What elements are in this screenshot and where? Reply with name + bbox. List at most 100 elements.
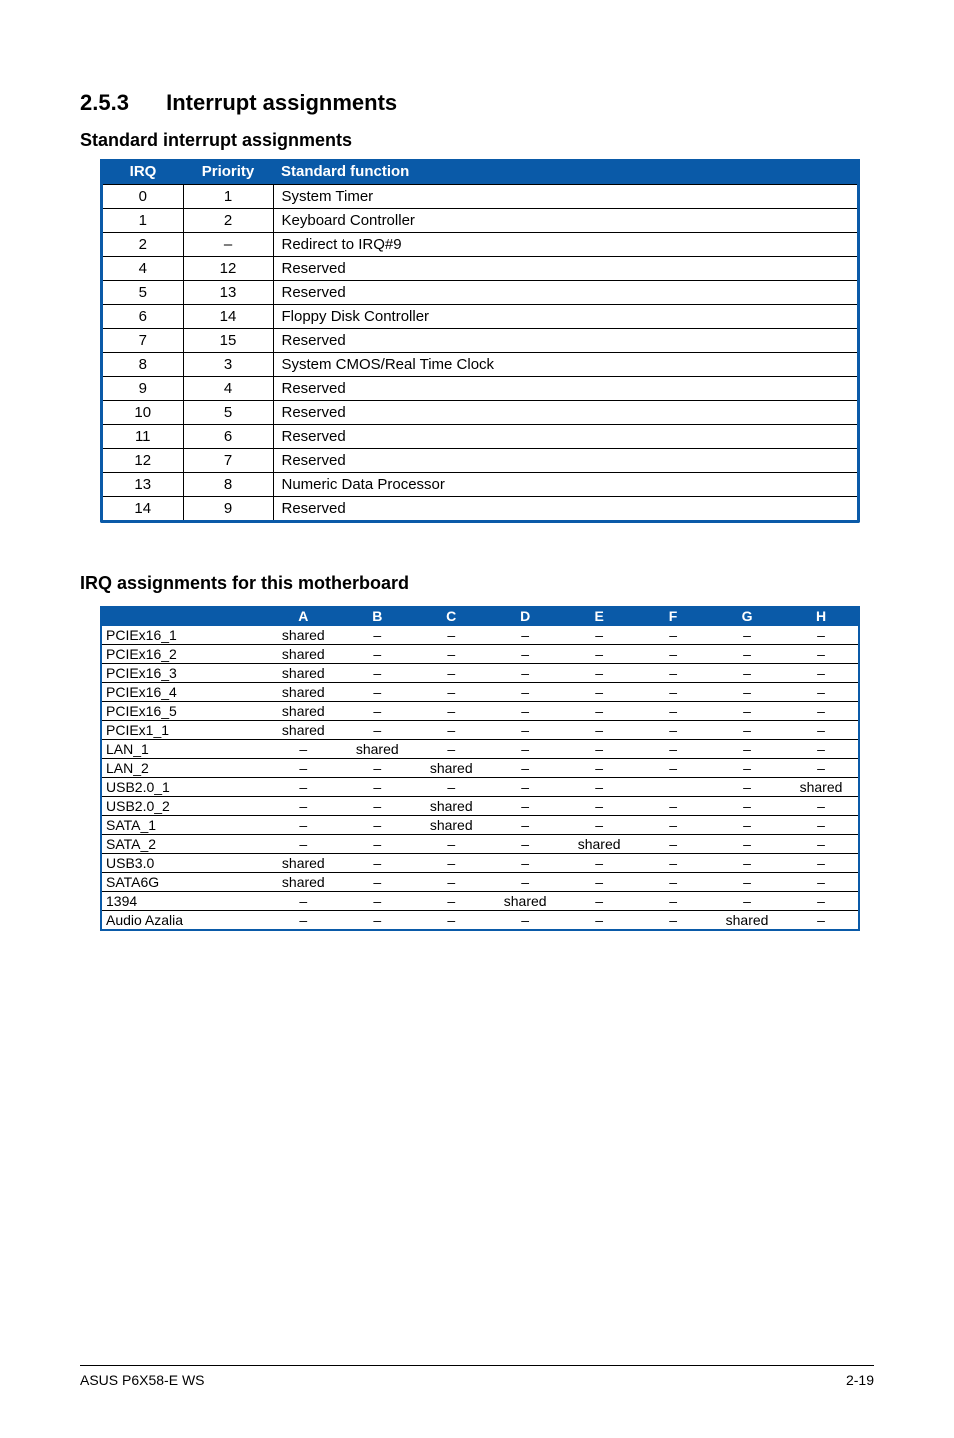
cell-value: –: [710, 721, 784, 740]
cell-value: –: [266, 816, 340, 835]
cell-priority: 6: [183, 425, 273, 449]
cell-value: –: [784, 721, 858, 740]
section-number: 2.5.3: [80, 90, 160, 116]
cell-irq: 5: [103, 281, 183, 305]
standard-irq-table: IRQ Priority Standard function 01System …: [103, 159, 857, 520]
cell-value: –: [414, 892, 488, 911]
cell-value: –: [340, 626, 414, 645]
cell-value: shared: [266, 702, 340, 721]
cell-function: Numeric Data Processor: [273, 473, 857, 497]
th-col: D: [488, 606, 562, 626]
cell-label: SATA_1: [102, 816, 266, 835]
section-title: Interrupt assignments: [166, 90, 397, 115]
cell-value: –: [266, 835, 340, 854]
cell-value: –: [710, 664, 784, 683]
cell-function: Reserved: [273, 497, 857, 521]
cell-irq: 2: [103, 233, 183, 257]
cell-function: Reserved: [273, 449, 857, 473]
cell-value: –: [562, 721, 636, 740]
cell-label: SATA6G: [102, 873, 266, 892]
cell-label: LAN_1: [102, 740, 266, 759]
cell-value: –: [562, 759, 636, 778]
motherboard-irq-table-wrap: ABCDEFGH PCIEx16_1shared–––––––PCIEx16_2…: [100, 606, 860, 931]
cell-label: PCIEx16_3: [102, 664, 266, 683]
cell-irq: 13: [103, 473, 183, 497]
cell-priority: 4: [183, 377, 273, 401]
cell-value: –: [414, 873, 488, 892]
cell-value: –: [784, 759, 858, 778]
cell-value: –: [784, 892, 858, 911]
cell-value: –: [488, 683, 562, 702]
cell-irq: 14: [103, 497, 183, 521]
cell-value: shared: [562, 835, 636, 854]
cell-value: –: [636, 911, 710, 930]
cell-value: –: [710, 892, 784, 911]
th-col: G: [710, 606, 784, 626]
cell-value: –: [488, 778, 562, 797]
table-row: PCIEx16_5shared–––––––: [102, 702, 858, 721]
th-col: B: [340, 606, 414, 626]
cell-label: 1394: [102, 892, 266, 911]
cell-value: –: [488, 721, 562, 740]
cell-value: –: [488, 740, 562, 759]
th-label: [102, 606, 266, 626]
table-row: 83System CMOS/Real Time Clock: [103, 353, 857, 377]
cell-value: shared: [266, 873, 340, 892]
cell-value: –: [488, 626, 562, 645]
cell-value: shared: [414, 797, 488, 816]
cell-value: –: [636, 797, 710, 816]
th-col: F: [636, 606, 710, 626]
cell-value: shared: [266, 626, 340, 645]
cell-value: shared: [266, 854, 340, 873]
cell-label: PCIEx1_1: [102, 721, 266, 740]
cell-function: Reserved: [273, 329, 857, 353]
table-row: PCIEx16_4shared–––––––: [102, 683, 858, 702]
table-row: 127Reserved: [103, 449, 857, 473]
cell-value: –: [562, 816, 636, 835]
cell-value: shared: [266, 664, 340, 683]
cell-value: –: [710, 759, 784, 778]
table-row: 94Reserved: [103, 377, 857, 401]
table-row: 12Keyboard Controller: [103, 209, 857, 233]
cell-value: –: [710, 835, 784, 854]
standard-irq-table-wrap: IRQ Priority Standard function 01System …: [100, 159, 860, 523]
subheading-motherboard: IRQ assignments for this motherboard: [80, 573, 874, 594]
cell-value: –: [488, 702, 562, 721]
th-function: Standard function: [273, 159, 857, 185]
th-col: E: [562, 606, 636, 626]
cell-value: –: [784, 835, 858, 854]
cell-label: SATA_2: [102, 835, 266, 854]
cell-function: Keyboard Controller: [273, 209, 857, 233]
cell-value: –: [710, 854, 784, 873]
cell-value: shared: [710, 911, 784, 930]
cell-value: –: [488, 854, 562, 873]
table-row: 715Reserved: [103, 329, 857, 353]
cell-value: shared: [266, 683, 340, 702]
table-row: LAN_1–shared––––––: [102, 740, 858, 759]
cell-label: PCIEx16_1: [102, 626, 266, 645]
cell-value: –: [340, 759, 414, 778]
cell-priority: 8: [183, 473, 273, 497]
cell-priority: 5: [183, 401, 273, 425]
cell-irq: 10: [103, 401, 183, 425]
cell-function: System CMOS/Real Time Clock: [273, 353, 857, 377]
cell-value: –: [340, 797, 414, 816]
cell-value: [636, 778, 710, 797]
cell-value: –: [340, 816, 414, 835]
cell-value: –: [636, 759, 710, 778]
cell-value: –: [488, 645, 562, 664]
table-row: USB3.0shared–––––––: [102, 854, 858, 873]
cell-function: Reserved: [273, 257, 857, 281]
th-priority: Priority: [183, 159, 273, 185]
table-row: 138Numeric Data Processor: [103, 473, 857, 497]
cell-value: –: [266, 911, 340, 930]
cell-value: –: [710, 683, 784, 702]
cell-value: –: [636, 721, 710, 740]
cell-priority: 12: [183, 257, 273, 281]
cell-value: –: [636, 873, 710, 892]
cell-irq: 8: [103, 353, 183, 377]
cell-priority: 15: [183, 329, 273, 353]
cell-value: shared: [784, 778, 858, 797]
cell-function: Reserved: [273, 281, 857, 305]
cell-value: –: [340, 702, 414, 721]
